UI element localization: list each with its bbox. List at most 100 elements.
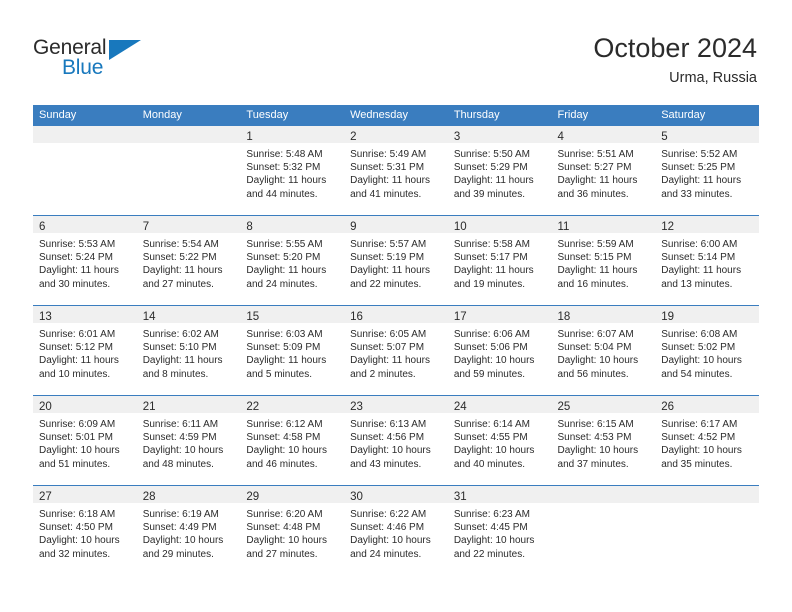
calendar-day-cell-empty	[136, 126, 241, 216]
sunset-text: Sunset: 4:46 PM	[350, 522, 425, 534]
sunrise-text: Sunrise: 6:13 AM	[350, 419, 427, 430]
sunset-text: Sunset: 5:01 PM	[39, 432, 113, 444]
sunset-text: Sunset: 4:59 PM	[142, 432, 217, 444]
weekday-header-saturday: Saturday	[655, 105, 759, 126]
day-cell-inner	[136, 126, 241, 215]
calendar-day-cell[interactable]: 5 Sunrise: 5:52 AM Sunset: 5:25 PM Daylight…	[655, 126, 759, 216]
day-cell-details	[137, 143, 241, 148]
day-number: 23	[350, 401, 363, 413]
day-cell-details: Sunrise: 6:03 AM Sunset: 5:09 PM Daylight:…	[240, 323, 344, 381]
sunset-text: Sunset: 4:56 PM	[350, 432, 425, 444]
day-cell-inner: 16 Sunrise: 6:05 AM Sunset: 5:07 PM Dayligh…	[344, 306, 448, 395]
calendar-day-cell[interactable]: 16 Sunrise: 6:05 AM Sunset: 5:07 PM Dayligh…	[344, 305, 448, 396]
sunrise-text: Sunrise: 6:02 AM	[142, 329, 219, 340]
day-cell-inner: 20 Sunrise: 6:09 AM Sunset: 5:01 PM Dayligh…	[33, 396, 137, 485]
calendar-day-cell[interactable]: 19 Sunrise: 6:08 AM Sunset: 5:02 PM Dayligh…	[655, 305, 759, 396]
calendar-day-cell[interactable]: 2 Sunrise: 5:49 AM Sunset: 5:31 PM Daylight…	[344, 126, 448, 216]
day-cell-details: Sunrise: 6:09 AM Sunset: 5:01 PM Daylight:…	[33, 413, 137, 471]
day-number: 26	[661, 401, 675, 413]
day-cell-inner: 5 Sunrise: 5:52 AM Sunset: 5:25 PM Daylight…	[655, 126, 759, 215]
day-number-band: 27	[33, 486, 137, 503]
calendar-day-cell[interactable]: 27 Sunrise: 6:18 AM Sunset: 4:50 PM Dayligh…	[33, 485, 137, 575]
calendar-day-cell[interactable]: 11 Sunrise: 5:59 AM Sunset: 5:15 PM Dayligh…	[551, 215, 656, 306]
calendar-day-cell[interactable]: 28 Sunrise: 6:19 AM Sunset: 4:49 PM Dayligh…	[136, 485, 241, 575]
daylight-text: Daylight: 10 hours and 54 minutes.	[661, 355, 742, 380]
daylight-text: Daylight: 11 hours and 2 minutes.	[350, 355, 430, 380]
calendar-day-cell[interactable]: 25 Sunrise: 6:15 AM Sunset: 4:53 PM Dayligh…	[551, 395, 656, 486]
sunrise-text: Sunrise: 6:20 AM	[246, 509, 323, 520]
calendar-day-cell[interactable]: 13 Sunrise: 6:01 AM Sunset: 5:12 PM Dayligh…	[33, 305, 137, 396]
calendar-day-cell[interactable]: 15 Sunrise: 6:03 AM Sunset: 5:09 PM Dayligh…	[240, 305, 345, 396]
calendar-day-cell[interactable]: 1 Sunrise: 5:48 AM Sunset: 5:32 PM Daylight…	[240, 126, 345, 216]
calendar-day-cell[interactable]: 6 Sunrise: 5:53 AM Sunset: 5:24 PM Daylight…	[33, 215, 137, 306]
daylight-text: Daylight: 11 hours and 36 minutes.	[557, 175, 638, 200]
day-cell-details: Sunrise: 6:14 AM Sunset: 4:55 PM Daylight:…	[448, 413, 552, 471]
day-number: 31	[453, 491, 467, 503]
day-cell-details: Sunrise: 5:55 AM Sunset: 5:20 PM Daylight:…	[240, 233, 344, 291]
calendar-day-cell[interactable]: 9 Sunrise: 5:57 AM Sunset: 5:19 PM Daylight…	[344, 215, 448, 306]
day-cell-inner: 19 Sunrise: 6:08 AM Sunset: 5:02 PM Dayligh…	[655, 306, 759, 395]
day-number-band: 4	[551, 126, 656, 143]
sunrise-text: Sunrise: 5:58 AM	[453, 239, 530, 250]
daylight-text: Daylight: 10 hours and 48 minutes.	[142, 445, 224, 470]
day-number: 22	[246, 401, 260, 413]
calendar-day-cell[interactable]: 8 Sunrise: 5:55 AM Sunset: 5:20 PM Daylight…	[240, 215, 345, 306]
day-cell-inner: 18 Sunrise: 6:07 AM Sunset: 5:04 PM Dayligh…	[551, 306, 656, 395]
day-number-band: 28	[136, 486, 241, 503]
day-cell-details: Sunrise: 6:12 AM Sunset: 4:58 PM Daylight:…	[240, 413, 344, 471]
title-block: October 2024 Urma, Russia	[593, 32, 757, 88]
calendar-page: General Blue October 2024 Urma, Russia S…	[0, 0, 792, 612]
day-cell-inner: 1 Sunrise: 5:48 AM Sunset: 5:32 PM Daylight…	[240, 126, 345, 215]
day-cell-details: Sunrise: 6:22 AM Sunset: 4:46 PM Daylight:…	[344, 503, 448, 561]
calendar-day-cell[interactable]: 24 Sunrise: 6:14 AM Sunset: 4:55 PM Dayligh…	[447, 395, 552, 486]
calendar-day-cell[interactable]: 12 Sunrise: 6:00 AM Sunset: 5:14 PM Dayligh…	[655, 215, 759, 306]
calendar-day-cell-empty	[551, 485, 656, 575]
calendar-day-cell[interactable]: 29 Sunrise: 6:20 AM Sunset: 4:48 PM Dayligh…	[240, 485, 345, 575]
calendar-day-cell[interactable]: 4 Sunrise: 5:51 AM Sunset: 5:27 PM Daylight…	[551, 126, 656, 216]
calendar-day-cell[interactable]: 18 Sunrise: 6:07 AM Sunset: 5:04 PM Dayligh…	[551, 305, 656, 396]
day-number-band: 21	[136, 396, 241, 413]
sunrise-text: Sunrise: 6:14 AM	[453, 419, 530, 430]
day-number: 13	[39, 311, 52, 323]
sunset-text: Sunset: 5:22 PM	[142, 252, 217, 264]
calendar-day-cell[interactable]: 10 Sunrise: 5:58 AM Sunset: 5:17 PM Dayligh…	[447, 215, 552, 306]
day-number-band	[33, 126, 137, 143]
day-cell-inner: 22 Sunrise: 6:12 AM Sunset: 4:58 PM Dayligh…	[240, 396, 345, 485]
calendar-day-cell[interactable]: 17 Sunrise: 6:06 AM Sunset: 5:06 PM Dayligh…	[447, 305, 552, 396]
calendar-day-cell[interactable]: 20 Sunrise: 6:09 AM Sunset: 5:01 PM Dayligh…	[33, 395, 137, 486]
daylight-text: Daylight: 10 hours and 56 minutes.	[557, 355, 639, 380]
calendar-day-cell[interactable]: 7 Sunrise: 5:54 AM Sunset: 5:22 PM Daylight…	[136, 215, 241, 306]
day-number-band: 9	[344, 216, 448, 233]
brand-logo[interactable]: General Blue	[33, 36, 213, 90]
day-cell-inner: 3 Sunrise: 5:50 AM Sunset: 5:29 PM Daylight…	[447, 126, 552, 215]
sunrise-text: Sunrise: 5:52 AM	[661, 149, 738, 160]
day-cell-inner	[655, 486, 759, 575]
day-cell-inner: 10 Sunrise: 5:58 AM Sunset: 5:17 PM Dayligh…	[447, 216, 552, 305]
day-cell-inner	[33, 126, 137, 215]
calendar-day-cell[interactable]: 31 Sunrise: 6:23 AM Sunset: 4:45 PM Dayligh…	[447, 485, 552, 575]
day-number-band: 29	[240, 486, 345, 503]
day-cell-details: Sunrise: 6:02 AM Sunset: 5:10 PM Daylight:…	[137, 323, 241, 381]
daylight-text: Daylight: 10 hours and 22 minutes.	[453, 535, 535, 560]
daylight-text: Daylight: 10 hours and 27 minutes.	[246, 535, 328, 560]
day-cell-inner: 17 Sunrise: 6:06 AM Sunset: 5:06 PM Dayligh…	[447, 306, 552, 395]
calendar-day-cell[interactable]: 3 Sunrise: 5:50 AM Sunset: 5:29 PM Daylight…	[447, 126, 552, 216]
calendar-day-cell[interactable]: 21 Sunrise: 6:11 AM Sunset: 4:59 PM Dayligh…	[136, 395, 241, 486]
sunset-text: Sunset: 5:19 PM	[350, 252, 425, 264]
calendar-day-cell[interactable]: 30 Sunrise: 6:22 AM Sunset: 4:46 PM Dayligh…	[344, 485, 448, 575]
calendar-day-cell[interactable]: 22 Sunrise: 6:12 AM Sunset: 4:58 PM Dayligh…	[240, 395, 345, 486]
calendar-day-cell[interactable]: 26 Sunrise: 6:17 AM Sunset: 4:52 PM Dayligh…	[655, 395, 759, 486]
day-number: 1	[246, 131, 253, 143]
calendar-day-cell[interactable]: 14 Sunrise: 6:02 AM Sunset: 5:10 PM Dayligh…	[136, 305, 241, 396]
sunrise-text: Sunrise: 5:49 AM	[350, 149, 427, 160]
day-number-band	[136, 126, 241, 143]
day-number: 5	[661, 131, 668, 143]
day-number: 30	[350, 491, 363, 503]
day-cell-details: Sunrise: 6:05 AM Sunset: 5:07 PM Daylight:…	[344, 323, 448, 381]
daylight-text: Daylight: 11 hours and 30 minutes.	[39, 265, 119, 290]
sunrise-text: Sunrise: 5:51 AM	[557, 149, 634, 160]
calendar-day-cell[interactable]: 23 Sunrise: 6:13 AM Sunset: 4:56 PM Dayligh…	[344, 395, 448, 486]
day-number-band: 1	[240, 126, 345, 143]
day-cell-details: Sunrise: 6:01 AM Sunset: 5:12 PM Daylight:…	[33, 323, 137, 381]
day-number: 24	[453, 401, 467, 413]
